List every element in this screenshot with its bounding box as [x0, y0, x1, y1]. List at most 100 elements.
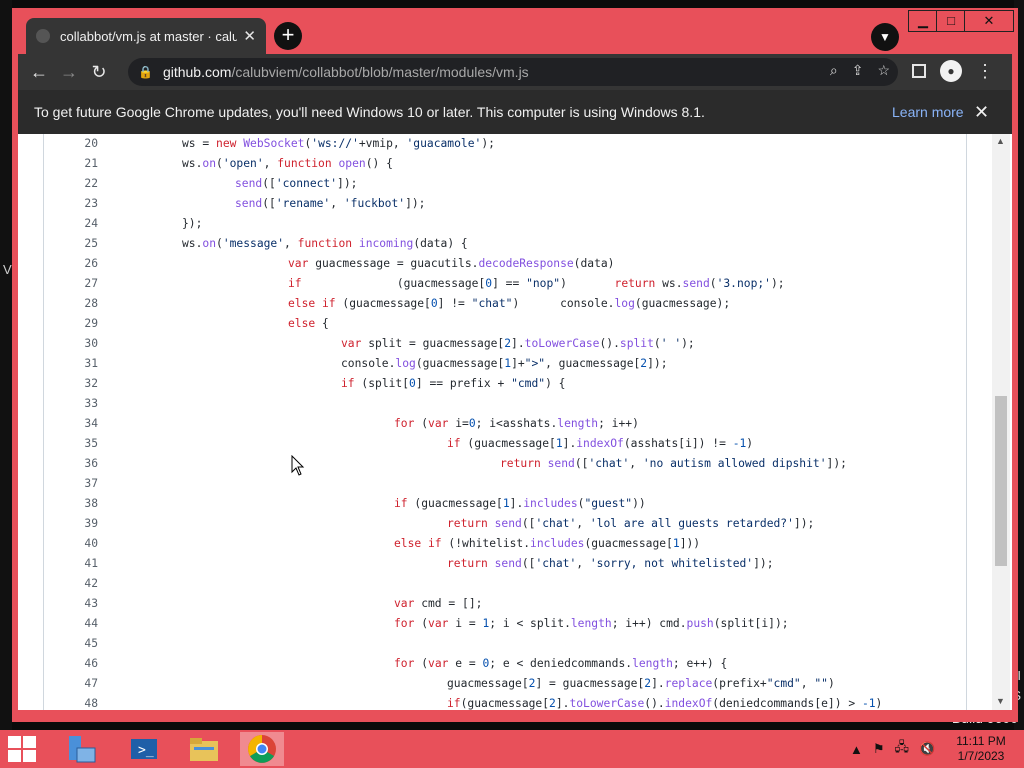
tab-search-chevron-icon[interactable]: ▼ [871, 23, 899, 51]
tab-close-icon[interactable]: ✕ [243, 27, 256, 45]
minimize-window-icon[interactable]: ▁ [908, 10, 938, 32]
share-icon[interactable]: ⇪ [852, 62, 864, 79]
code-text: for (var i=0; i<asshats.length; i++) [394, 417, 639, 430]
code-line: 20 ws = new WebSocket('ws://'+vmip, 'guac… [44, 137, 966, 157]
desktop-left-edge [0, 0, 12, 730]
code-line: 24}); [44, 217, 966, 237]
browser-tab[interactable]: collabbot/vm.js at master · calubviem ✕ [26, 18, 266, 54]
code-line: 42 [44, 577, 966, 597]
line-number[interactable]: 48 [54, 697, 98, 710]
clock-time: 11:11 PM [956, 734, 1006, 748]
new-tab-plus-icon[interactable]: + [274, 22, 302, 50]
code-text: ws.on('message', function incoming(data)… [182, 237, 468, 250]
line-number[interactable]: 25 [54, 237, 98, 250]
lock-icon[interactable]: 🔒 [138, 65, 153, 79]
line-number[interactable]: 44 [54, 617, 98, 630]
line-number[interactable]: 36 [54, 457, 98, 470]
line-number[interactable]: 21 [54, 157, 98, 170]
code-text: else if (guacmessage[0] != "chat") conso… [288, 297, 731, 310]
code-line: 36 return send(['chat', 'no autism allowe… [44, 457, 966, 477]
back-arrow-icon[interactable]: ← [24, 62, 54, 83]
line-number[interactable]: 23 [54, 197, 98, 210]
line-number[interactable]: 27 [54, 277, 98, 290]
browser-toolbar: ← → ↻ 🔒 github.com/calubviem/collabbot/b… [18, 54, 1012, 90]
line-number[interactable]: 26 [54, 257, 98, 270]
code-line: 21 ws.on('open', function open() { [44, 157, 966, 177]
system-tray: ▲ ⚑ 🖧 🔇 [850, 730, 935, 768]
code-line: 46 for (var e = 0; e < deniedcommands.len… [44, 657, 966, 677]
line-number[interactable]: 43 [54, 597, 98, 610]
line-number[interactable]: 40 [54, 537, 98, 550]
tab-title: collabbot/vm.js at master · calubviem [60, 28, 238, 44]
line-number[interactable]: 30 [54, 337, 98, 350]
infobar-message: To get future Google Chrome updates, you… [34, 104, 705, 120]
taskbar-clock[interactable]: 11:11 PM 1/7/2023 [944, 734, 1018, 764]
infobar-close-icon[interactable]: ✕ [974, 102, 989, 123]
scroll-down-icon[interactable]: ▼ [996, 696, 1005, 706]
action-center-flag-icon[interactable]: ⚑ [873, 741, 885, 757]
bookmark-star-icon[interactable]: ☆ [877, 62, 890, 79]
close-window-icon[interactable]: ✕ [964, 10, 1014, 32]
line-number[interactable]: 20 [54, 137, 98, 150]
code-text: if (split[0] == prefix + "cmd") { [341, 377, 566, 390]
code-line: 35 if (guacmessage[1].indexOf(asshats[i])… [44, 437, 966, 457]
code-line: 33 [44, 397, 966, 417]
code-line: 30 var split = guacmessage[2].toLowerCase… [44, 337, 966, 357]
code-text: }); [182, 217, 203, 230]
line-number[interactable]: 39 [54, 517, 98, 530]
tray-overflow-icon[interactable]: ▲ [850, 742, 863, 757]
line-number[interactable]: 33 [54, 397, 98, 410]
code-line: 29 else { [44, 317, 966, 337]
code-text: for (var e = 0; e < deniedcommands.lengt… [394, 657, 728, 670]
windows-start-icon[interactable] [8, 736, 38, 762]
reload-icon[interactable]: ↻ [84, 62, 114, 83]
update-infobar: To get future Google Chrome updates, you… [18, 90, 1012, 134]
line-number[interactable]: 31 [54, 357, 98, 370]
menu-kebab-icon[interactable]: ⋮ [976, 62, 994, 80]
address-bar[interactable]: 🔒 github.com/calubviem/collabbot/blob/ma… [128, 58, 898, 86]
learn-more-link[interactable]: Learn more [892, 104, 964, 120]
code-line: 44 for (var i = 1; i < split.length; i++)… [44, 617, 966, 637]
line-number[interactable]: 38 [54, 497, 98, 510]
line-number[interactable]: 22 [54, 177, 98, 190]
code-text: return send(['chat', 'lol are all guests… [447, 517, 815, 530]
line-number[interactable]: 29 [54, 317, 98, 330]
scroll-up-icon[interactable]: ▲ [996, 136, 1005, 146]
zoom-search-icon[interactable]: ⌕ [830, 62, 838, 79]
volume-muted-icon[interactable]: 🔇 [919, 741, 935, 757]
line-number[interactable]: 34 [54, 417, 98, 430]
code-text: guacmessage[2] = guacmessage[2].replace(… [447, 677, 835, 690]
line-number[interactable]: 28 [54, 297, 98, 310]
network-icon[interactable]: 🖧 [895, 738, 910, 760]
tab-strip: collabbot/vm.js at master · calubviem ✕ … [12, 8, 1018, 56]
code-text: var guacmessage = guacutils.decodeRespon… [288, 257, 615, 270]
scroll-thumb[interactable] [995, 396, 1007, 566]
server-manager-icon[interactable] [58, 732, 102, 766]
code-line: 37 [44, 477, 966, 497]
file-explorer-icon[interactable] [182, 732, 226, 766]
line-number[interactable]: 46 [54, 657, 98, 670]
code-text: var split = guacmessage[2].toLowerCase()… [341, 337, 695, 350]
line-number[interactable]: 41 [54, 557, 98, 570]
mouse-cursor-icon [291, 455, 305, 476]
side-panel-icon[interactable] [912, 64, 926, 78]
line-number[interactable]: 42 [54, 577, 98, 590]
url-path: /calubviem/collabbot/blob/master/modules… [231, 64, 529, 80]
code-line: 39 return send(['chat', 'lol are all gues… [44, 517, 966, 537]
line-number[interactable]: 47 [54, 677, 98, 690]
code-line: 41 return send(['chat', 'sorry, not white… [44, 557, 966, 577]
powershell-icon[interactable]: >_ [122, 732, 166, 766]
line-number[interactable]: 35 [54, 437, 98, 450]
line-number[interactable]: 32 [54, 377, 98, 390]
maximize-window-icon[interactable]: □ [936, 10, 966, 32]
line-number[interactable]: 24 [54, 217, 98, 230]
forward-arrow-icon[interactable]: → [54, 62, 84, 83]
profile-avatar-icon[interactable]: ● [940, 60, 962, 82]
scrollbar[interactable]: ▲ ▼ [992, 134, 1010, 710]
line-number[interactable]: 45 [54, 637, 98, 650]
chrome-taskbar-icon[interactable] [240, 732, 284, 766]
line-number[interactable]: 37 [54, 477, 98, 490]
code-line: 26 var guacmessage = guacutils.decodeResp… [44, 257, 966, 277]
code-text: var cmd = []; [394, 597, 483, 610]
code-text: ws.on('open', function open() { [182, 157, 393, 170]
